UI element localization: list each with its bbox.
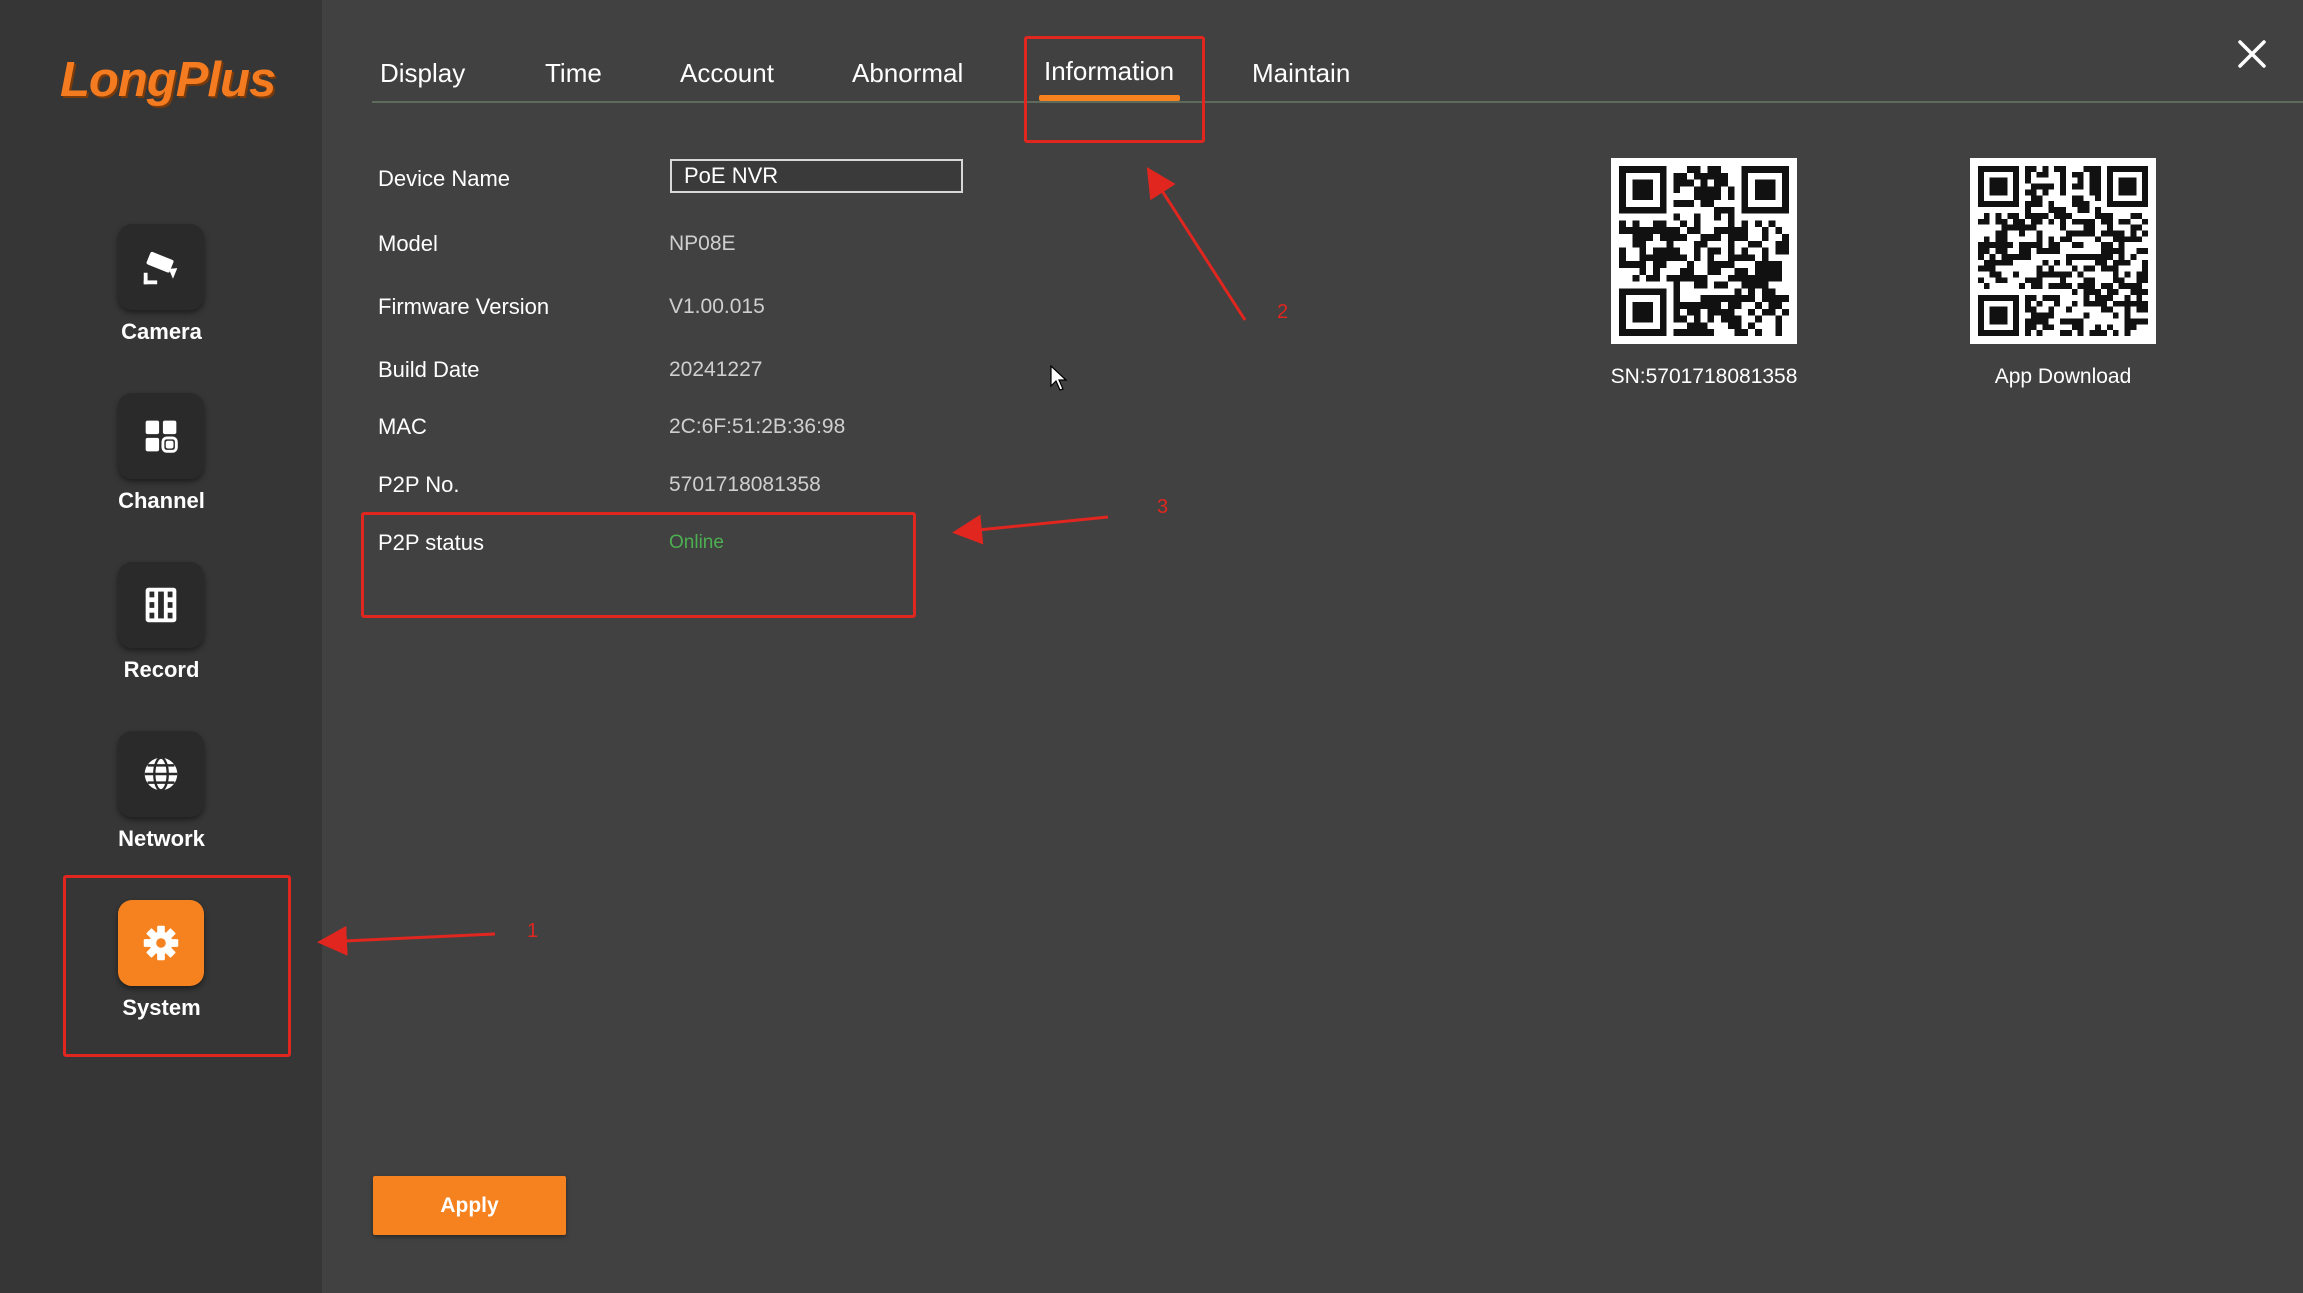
annotation-arrow-2	[1146, 166, 1247, 321]
annotation-number-1: 1	[527, 920, 539, 942]
mouse-cursor-icon	[1050, 365, 1068, 391]
qr-code-icon	[1619, 166, 1789, 336]
grid-icon	[118, 393, 204, 479]
camera-icon	[118, 224, 204, 310]
device-name-input[interactable]	[670, 159, 963, 193]
tab-abnormal[interactable]: Abnormal	[852, 58, 963, 89]
annotation-box-p2p-status	[361, 512, 916, 618]
sn-caption: SN:5701718081358	[1610, 365, 1798, 388]
annotation-arrow-1	[317, 925, 496, 956]
sidebar-item-label: Network	[118, 826, 205, 851]
sn-qr-code	[1611, 158, 1797, 344]
close-button[interactable]	[2232, 34, 2272, 74]
sidebar-item-record[interactable]: Record	[80, 562, 243, 702]
sidebar-item-label: Record	[123, 657, 200, 682]
build-date-label: Build Date	[378, 357, 480, 382]
film-icon	[118, 562, 204, 648]
tab-divider	[372, 101, 2303, 103]
apply-button[interactable]: Apply	[373, 1176, 566, 1235]
sidebar-item-channel[interactable]: Channel	[80, 393, 243, 533]
sidebar-item-label: Channel	[118, 488, 205, 513]
device-name-label: Device Name	[378, 166, 511, 191]
build-date-value: 20241227	[669, 358, 763, 381]
sidebar: LongPlus Camera Channel Record Network S…	[0, 0, 322, 1293]
annotation-number-2: 2	[1277, 301, 1289, 323]
p2p-no-label: P2P No.	[378, 472, 460, 497]
sidebar-item-label: Camera	[121, 319, 202, 344]
annotation-box-information	[1024, 36, 1205, 143]
annotation-number-3: 3	[1157, 496, 1169, 518]
tab-bar: Display Time Account Abnormal Informatio…	[372, 40, 2303, 106]
sidebar-item-network[interactable]: Network	[80, 731, 243, 871]
tab-time[interactable]: Time	[545, 58, 602, 89]
model-label: Model	[378, 231, 438, 256]
annotation-arrow-3	[952, 514, 1109, 545]
annotation-arrows	[317, 166, 1247, 956]
model-value: NP08E	[669, 232, 736, 255]
sidebar-item-camera[interactable]: Camera	[80, 224, 243, 364]
annotation-box-system	[63, 875, 291, 1057]
app-download-caption: App Download	[1994, 365, 2132, 388]
app-download-qr-code	[1970, 158, 2156, 344]
tab-maintain[interactable]: Maintain	[1252, 58, 1350, 89]
globe-icon	[118, 731, 204, 817]
tab-account[interactable]: Account	[680, 58, 774, 89]
tab-display[interactable]: Display	[380, 58, 465, 89]
p2p-no-value: 5701718081358	[669, 473, 821, 496]
mac-label: MAC	[378, 414, 427, 439]
close-icon	[2238, 40, 2266, 68]
brand-logo: LongPlus	[60, 53, 276, 107]
firmware-version-label: Firmware Version	[378, 294, 550, 319]
qr-code-icon	[1978, 166, 2148, 336]
mac-value: 2C:6F:51:2B:36:98	[669, 415, 846, 438]
firmware-version-value: V1.00.015	[669, 295, 765, 318]
